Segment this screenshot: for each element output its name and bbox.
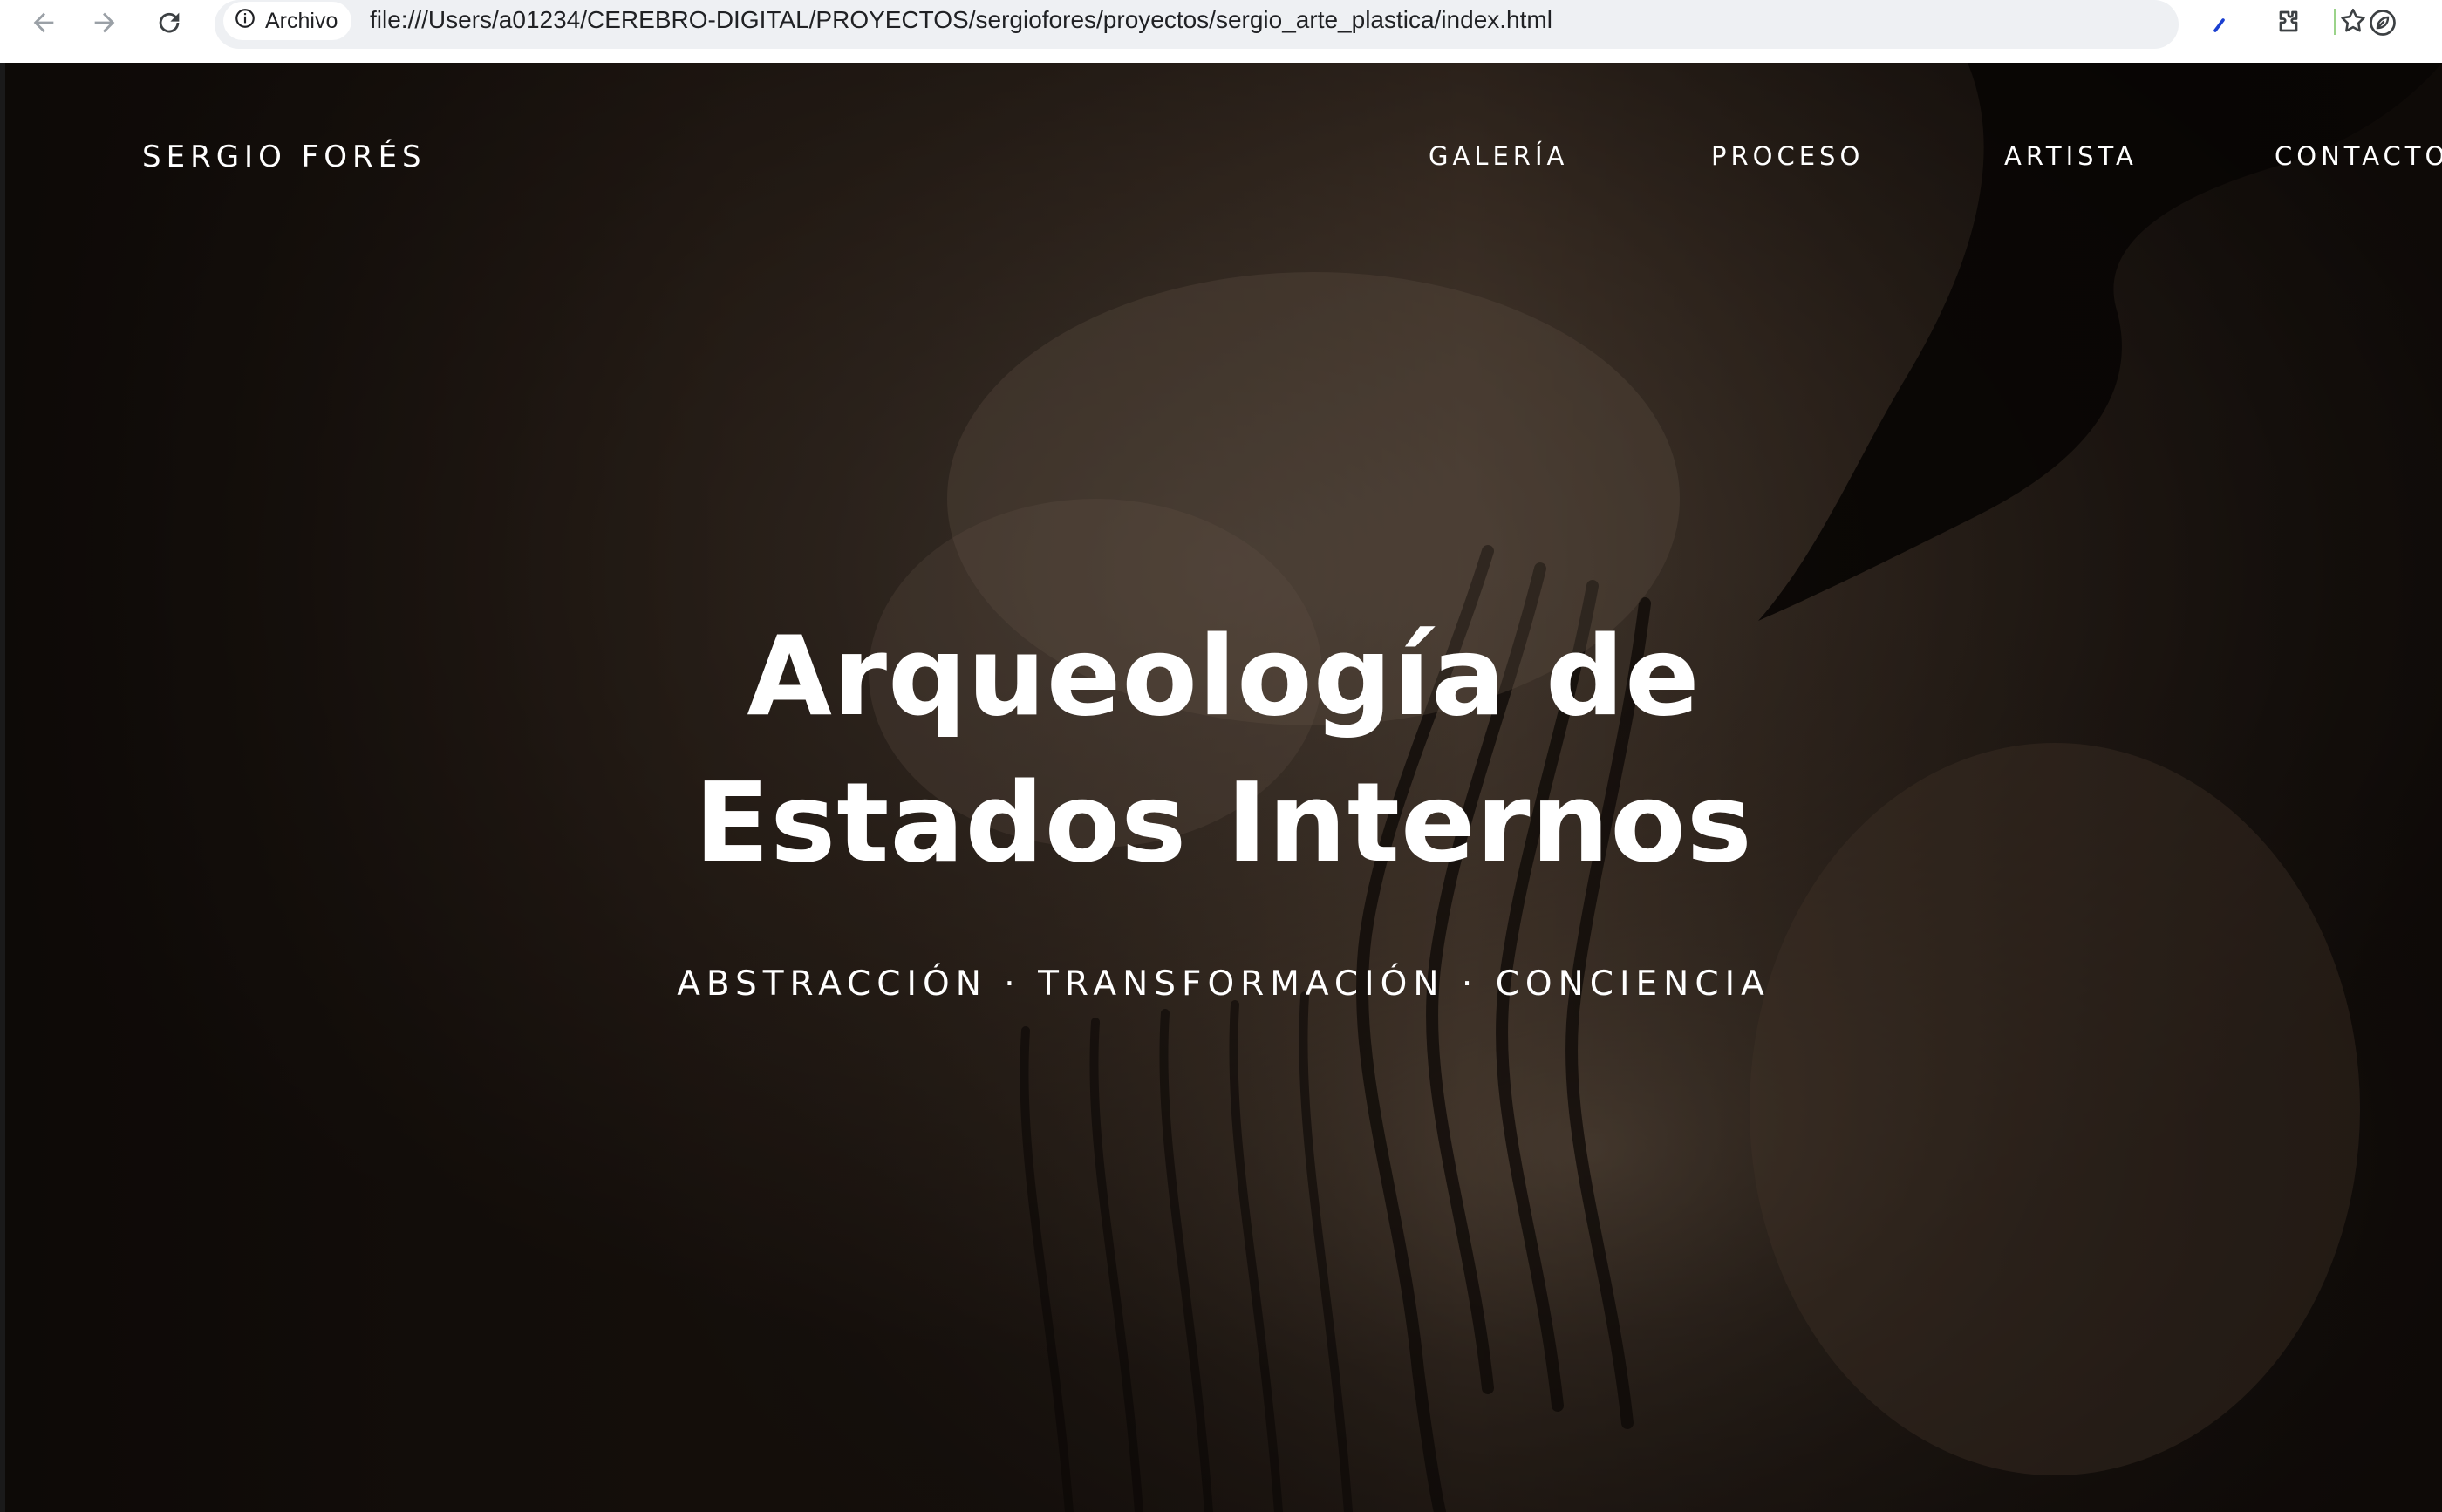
site-logo[interactable]: SERGIO FORÉS xyxy=(142,140,426,174)
nav-item-proceso[interactable]: PROCESO xyxy=(1711,141,1864,171)
hero-title-line-1: Arqueología de xyxy=(747,612,1701,740)
hero-title: Arqueología de Estados Internos xyxy=(5,603,2442,896)
reload-icon[interactable] xyxy=(150,3,188,42)
leaf-icon[interactable] xyxy=(2364,3,2402,42)
back-icon[interactable] xyxy=(24,3,63,42)
toolbar-divider xyxy=(2334,9,2336,35)
browser-toolbar: Archivo file:///Users/a01234/CEREBRO-DIG… xyxy=(0,0,2442,63)
forward-icon[interactable] xyxy=(85,3,124,42)
hero-title-line-2: Estados Internos xyxy=(694,759,1753,887)
hero-subtitle: ABSTRACCIÓN · TRANSFORMACIÓN · CONCIENCI… xyxy=(677,964,1770,1004)
url-text[interactable]: file:///Users/a01234/CEREBRO-DIGITAL/PRO… xyxy=(370,6,1552,34)
hero-section: Arqueología de Estados Internos ABSTRACC… xyxy=(5,603,2442,1004)
site-header: SERGIO FORÉS GALERÍA PROCESO ARTISTA CON… xyxy=(5,63,2442,255)
site-chip-label: Archivo xyxy=(265,8,338,33)
address-bar[interactable]: Archivo file:///Users/a01234/CEREBRO-DIG… xyxy=(215,0,2365,49)
extension-pen-icon[interactable] xyxy=(2201,3,2240,42)
nav-item-artista[interactable]: ARTISTA xyxy=(2004,141,2138,171)
puzzle-icon[interactable] xyxy=(2269,3,2308,42)
nav-item-contacto[interactable]: CONTACTO xyxy=(2275,141,2442,171)
nav-item-galeria[interactable]: GALERÍA xyxy=(1429,141,1568,171)
info-icon xyxy=(234,7,256,36)
site-info-chip[interactable]: Archivo xyxy=(223,2,352,40)
page-viewport: SERGIO FORÉS GALERÍA PROCESO ARTISTA CON… xyxy=(5,63,2442,1512)
